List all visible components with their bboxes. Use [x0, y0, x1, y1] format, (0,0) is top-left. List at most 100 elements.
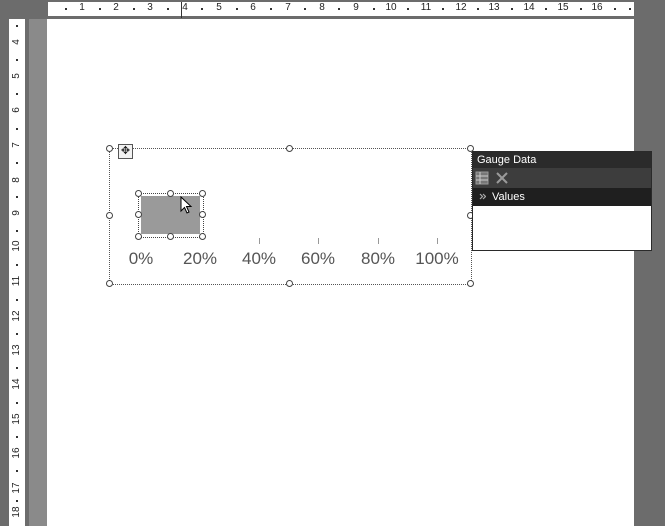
ruler-tick — [407, 8, 409, 10]
ruler-number: 12 — [455, 2, 467, 13]
scale-label: 20% — [182, 249, 218, 268]
ruler-number: 15 — [11, 413, 22, 425]
ruler-number: 17 — [11, 482, 22, 494]
ruler-number: 14 — [11, 378, 22, 390]
ruler-number: 12 — [11, 310, 22, 322]
gauge-data-panel: Gauge Data Values — [472, 151, 652, 251]
bar-resize-handle[interactable] — [135, 190, 142, 197]
ruler-tick — [614, 8, 616, 10]
ruler-tick — [16, 402, 18, 404]
ruler-number: 5 — [216, 2, 222, 13]
ruler-number: 16 — [11, 447, 22, 459]
ruler-tick — [16, 196, 18, 198]
ruler-number: 13 — [488, 2, 500, 13]
ruler-tick — [16, 333, 18, 335]
ruler-tick — [16, 299, 18, 301]
bar-resize-handle[interactable] — [199, 211, 206, 218]
ruler-tick — [16, 436, 18, 438]
ruler-number: 11 — [11, 275, 22, 287]
ruler-number: 2 — [113, 2, 119, 13]
ruler-tick — [201, 8, 203, 10]
gauge-data-toolbar — [473, 168, 651, 188]
ruler-number: 10 — [385, 2, 397, 13]
bar-resize-handle[interactable] — [167, 190, 174, 197]
ruler-tick — [16, 93, 18, 95]
ruler-tick — [442, 8, 444, 10]
gauge-data-title: Gauge Data — [473, 152, 651, 168]
ruler-tick — [16, 59, 18, 61]
ruler-tick — [16, 162, 18, 164]
ruler-number: 8 — [319, 2, 325, 13]
ruler-number: 9 — [353, 2, 359, 13]
scale-label: 40% — [241, 249, 277, 268]
ruler-number: 7 — [285, 2, 291, 13]
gauge-resize-handle[interactable] — [286, 145, 293, 152]
ruler-number: 9 — [11, 210, 22, 216]
ruler-number: 7 — [11, 142, 22, 148]
ruler-number: 6 — [11, 107, 22, 113]
ruler-tick — [545, 8, 547, 10]
scale-tick — [318, 238, 319, 244]
scale-label: 0% — [128, 249, 154, 268]
table-icon[interactable] — [475, 171, 489, 185]
ruler-tick — [338, 8, 340, 10]
ruler-tick — [16, 367, 18, 369]
ruler-number: 18 — [11, 506, 22, 518]
ruler-tick — [65, 8, 67, 10]
scale-label: 60% — [300, 249, 336, 268]
ruler-tick — [133, 8, 135, 10]
scale-label: 100% — [415, 249, 459, 268]
gauge-resize-handle[interactable] — [106, 212, 113, 219]
scale-tick — [259, 238, 260, 244]
ruler-tick — [16, 128, 18, 130]
ruler-number: 10 — [11, 240, 22, 252]
pointer-cursor-icon — [180, 196, 193, 214]
ruler-number: 1 — [79, 2, 85, 13]
ruler-tick — [511, 8, 513, 10]
ruler-tick — [236, 8, 238, 10]
gauge-resize-handle[interactable] — [106, 145, 113, 152]
ruler-tick — [16, 25, 18, 27]
bar-resize-handle[interactable] — [167, 233, 174, 240]
ruler-number: 4 — [11, 39, 22, 45]
ruler-tick — [580, 8, 582, 10]
gauge-resize-handle[interactable] — [106, 280, 113, 287]
ruler-number: 11 — [420, 2, 432, 13]
ruler-tick — [477, 8, 479, 10]
ruler-tick — [304, 8, 306, 10]
ruler-number: 8 — [11, 177, 22, 183]
values-label: Values — [492, 191, 525, 203]
ruler-number: 3 — [147, 2, 153, 13]
ruler-tick — [16, 500, 18, 502]
gauge-resize-handle[interactable] — [286, 280, 293, 287]
ruler-tick — [99, 8, 101, 10]
ruler-tick — [373, 8, 375, 10]
ruler-tick — [629, 8, 631, 10]
gauge-resize-handle[interactable] — [467, 280, 474, 287]
scale-label: 80% — [360, 249, 396, 268]
ruler-tick — [16, 230, 18, 232]
ruler-number: 4 — [182, 2, 188, 13]
move-icon[interactable]: ✥ — [118, 144, 133, 159]
ruler-number: 14 — [523, 2, 535, 13]
page-right-margin — [634, 19, 665, 526]
bar-resize-handle[interactable] — [135, 211, 142, 218]
bar-resize-handle[interactable] — [135, 233, 142, 240]
page-left-margin — [29, 19, 47, 526]
bar-resize-handle[interactable] — [199, 190, 206, 197]
scale-tick — [378, 238, 379, 244]
ruler-tick — [16, 470, 18, 472]
delete-icon[interactable] — [495, 171, 509, 185]
ruler-number: 6 — [250, 2, 256, 13]
ruler-number: 16 — [591, 2, 603, 13]
ruler-number: 15 — [557, 2, 569, 13]
ruler-tick — [16, 264, 18, 266]
ruler-number: 13 — [11, 344, 22, 356]
values-section[interactable]: Values — [473, 188, 651, 206]
ruler-tick — [167, 8, 169, 10]
ruler-number: 5 — [11, 73, 22, 79]
ruler-tick — [270, 8, 272, 10]
scale-tick — [437, 238, 438, 244]
collapse-icon[interactable] — [479, 193, 486, 200]
bar-resize-handle[interactable] — [199, 233, 206, 240]
